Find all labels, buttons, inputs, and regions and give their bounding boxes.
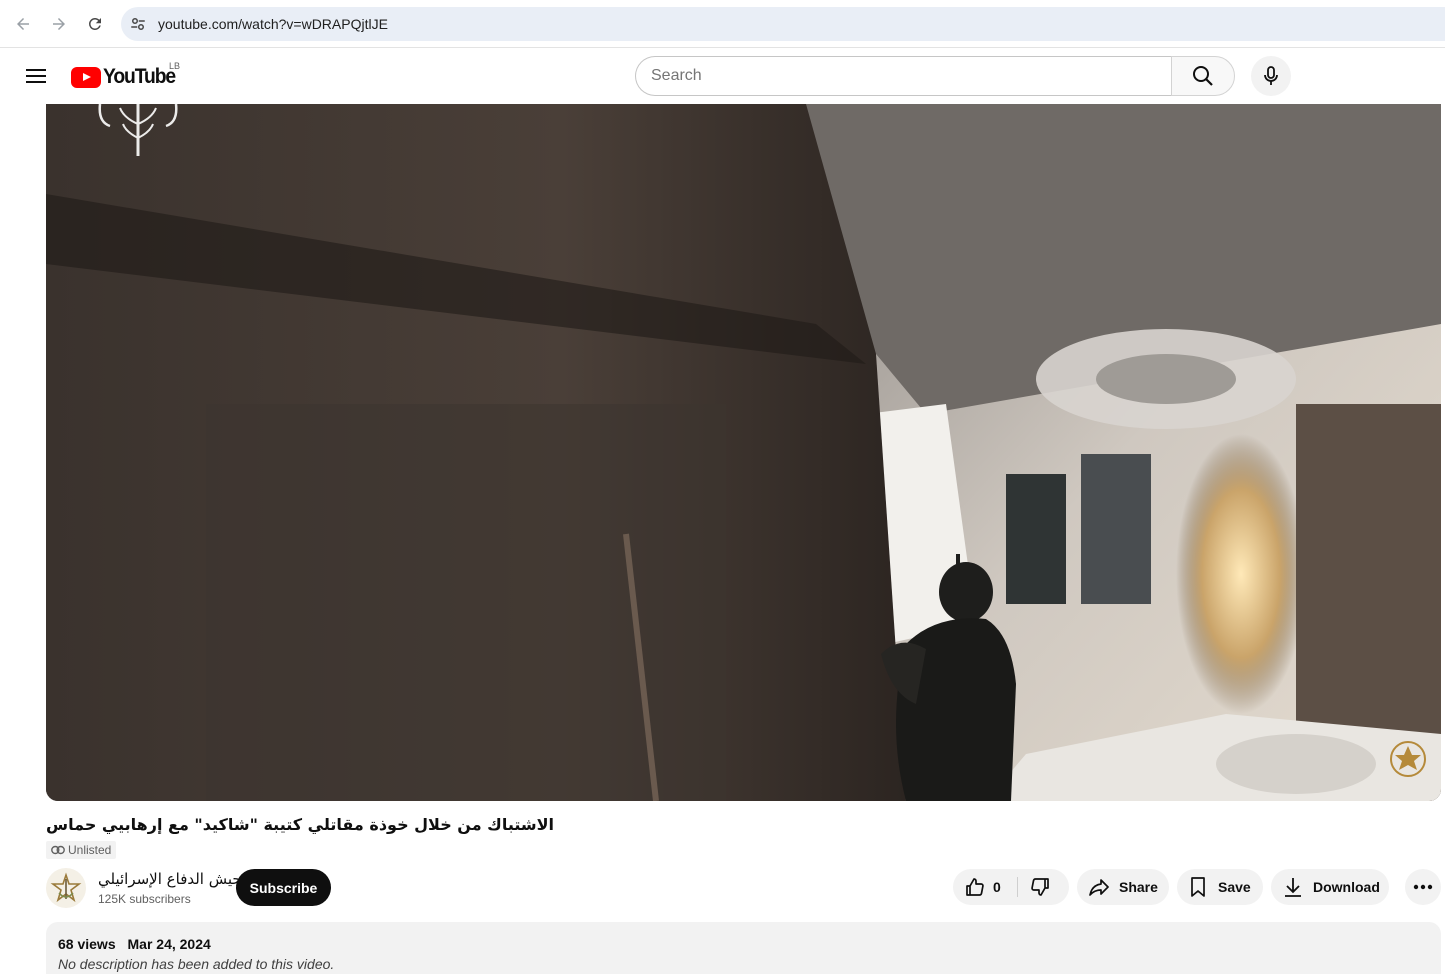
- download-label: Download: [1313, 879, 1380, 895]
- subscriber-count: 125K subscribers: [98, 892, 191, 906]
- link-icon: [51, 845, 65, 855]
- video-frame: [46, 104, 1441, 801]
- like-count: 0: [993, 879, 1001, 895]
- more-horizontal-icon: [1413, 884, 1433, 890]
- browser-toolbar: youtube.com/watch?v=wDRAPQjtlJE: [0, 0, 1445, 48]
- unlisted-badge: Unlisted: [46, 841, 117, 859]
- share-label: Share: [1119, 879, 1158, 895]
- channel-avatar[interactable]: [46, 868, 86, 908]
- visibility-label: Unlisted: [68, 843, 112, 857]
- forward-button[interactable]: [45, 10, 73, 38]
- thumbs-up-icon: [966, 878, 984, 896]
- site-settings-icon[interactable]: [129, 15, 147, 33]
- youtube-play-icon: [71, 66, 101, 88]
- like-dislike-group: 0: [953, 869, 1069, 905]
- bookmark-icon: [1191, 877, 1205, 897]
- search-input[interactable]: [651, 67, 1151, 85]
- video-title: الاشتباك من خلال خوذة مقاتلي كتيبة "شاكي…: [46, 815, 555, 834]
- upload-date: Mar 24, 2024: [127, 936, 211, 952]
- download-icon: [1285, 878, 1301, 897]
- hamburger-menu-icon: [26, 69, 46, 83]
- save-button[interactable]: Save: [1177, 869, 1263, 905]
- microphone-icon: [1264, 66, 1278, 85]
- save-label: Save: [1218, 879, 1251, 895]
- reload-icon: [88, 17, 101, 30]
- search-button[interactable]: [1171, 56, 1235, 96]
- address-bar[interactable]: youtube.com/watch?v=wDRAPQjtlJE: [121, 7, 1445, 41]
- reload-button[interactable]: [81, 10, 109, 38]
- forward-arrow-icon: [53, 18, 65, 30]
- youtube-masthead: YouTube LB: [0, 48, 1445, 104]
- video-player[interactable]: [46, 104, 1441, 801]
- share-button[interactable]: Share: [1077, 869, 1169, 905]
- more-actions-button[interactable]: [1405, 869, 1441, 905]
- dislike-button[interactable]: [1018, 869, 1069, 905]
- search-icon: [1193, 66, 1213, 86]
- logo-text: YouTube: [103, 65, 176, 88]
- thumbs-down-icon: [1031, 878, 1049, 896]
- channel-name[interactable]: جيش الدفاع الإسرائيلي: [98, 870, 242, 888]
- url-text[interactable]: youtube.com/watch?v=wDRAPQjtlJE: [158, 16, 388, 32]
- country-code: LB: [169, 61, 181, 71]
- idf-emblem-icon: [50, 872, 82, 903]
- back-arrow-icon: [17, 18, 29, 30]
- download-button[interactable]: Download: [1271, 869, 1389, 905]
- back-button[interactable]: [9, 10, 37, 38]
- voice-search-button[interactable]: [1251, 56, 1291, 96]
- like-button[interactable]: 0: [953, 869, 1017, 905]
- description-box[interactable]: 68 views Mar 24, 2024 No description has…: [46, 922, 1441, 974]
- description-text: No description has been added to this vi…: [58, 956, 335, 972]
- search-box[interactable]: [635, 56, 1172, 96]
- view-count: 68 views: [58, 936, 116, 952]
- share-icon: [1089, 879, 1109, 896]
- guide-menu-button[interactable]: [20, 60, 52, 92]
- subscribe-button[interactable]: Subscribe: [236, 869, 331, 906]
- description-meta: 68 views Mar 24, 2024: [58, 936, 211, 952]
- youtube-logo[interactable]: YouTube: [71, 65, 181, 89]
